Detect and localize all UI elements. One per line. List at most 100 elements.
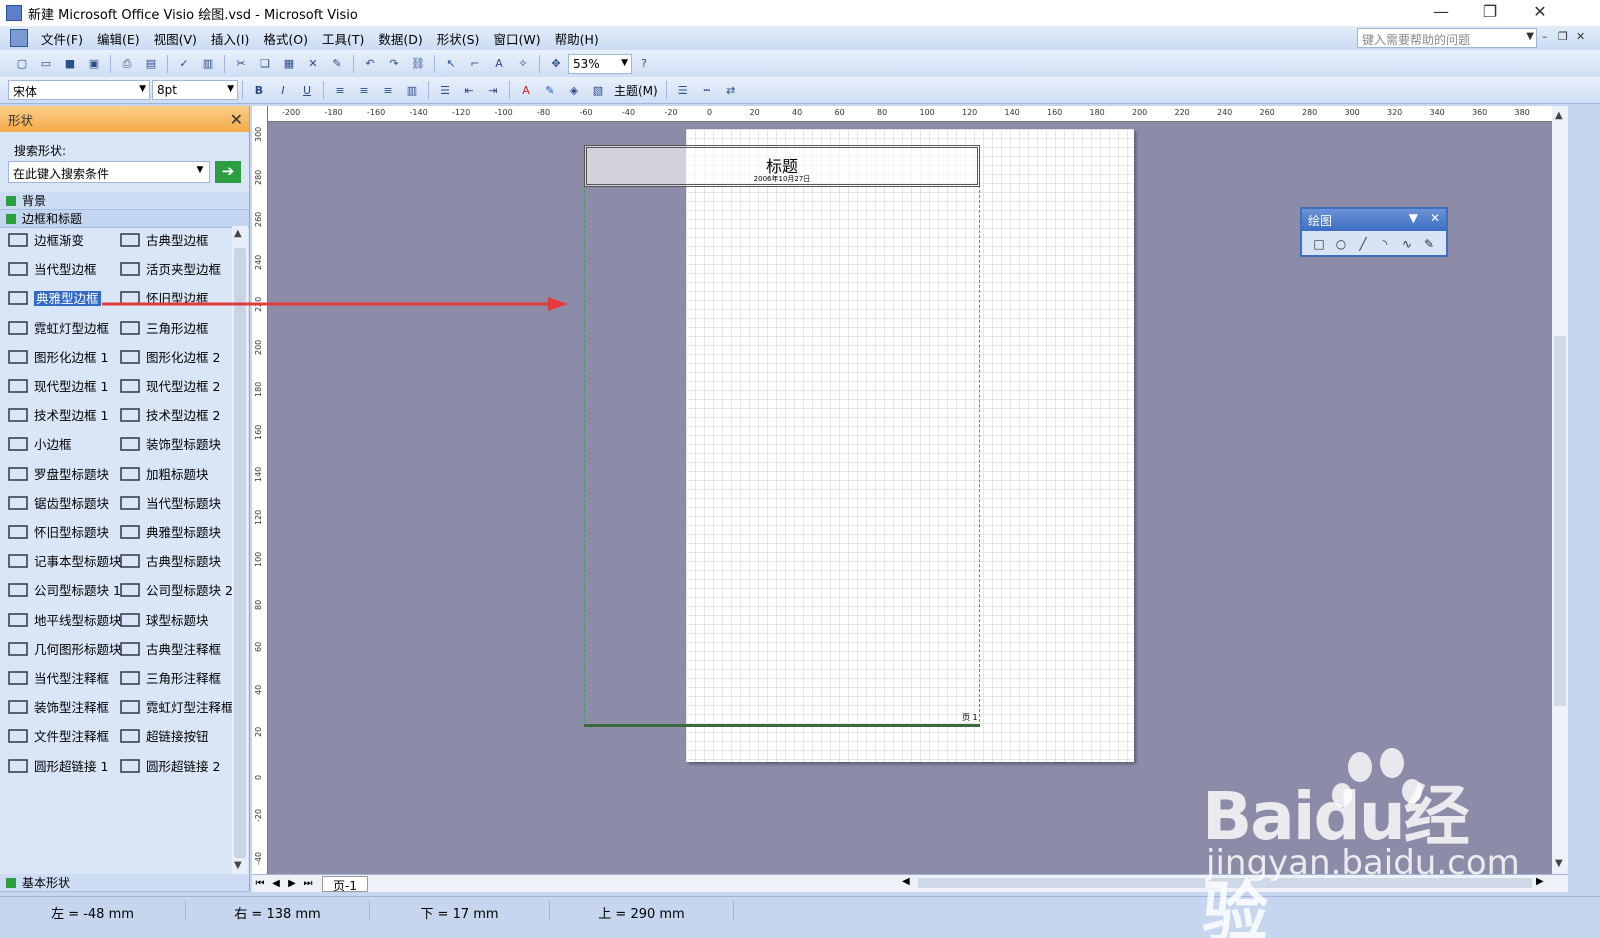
- menu-window[interactable]: 窗口(W): [486, 29, 547, 48]
- pan-zoom-icon[interactable]: ✥: [546, 54, 566, 74]
- zoom-select[interactable]: 53% ▼: [568, 53, 632, 74]
- document-icon[interactable]: [10, 29, 28, 47]
- cut-icon[interactable]: ✂: [231, 54, 251, 74]
- chevron-right-icon[interactable]: ▶: [1536, 876, 1544, 887]
- stencil-shape-item[interactable]: 三角形注释框: [118, 664, 234, 692]
- stencil-shape-item[interactable]: 超链接按钮: [118, 722, 234, 750]
- stencil-shape-item[interactable]: 小边框: [6, 430, 122, 458]
- copy-icon[interactable]: ❏: [255, 54, 275, 74]
- stencil-shape-item[interactable]: 技术型边框 2: [118, 401, 234, 429]
- title-block-shape[interactable]: 标题 2006年10月27日: [584, 145, 980, 187]
- bullets-icon[interactable]: ☰: [435, 80, 455, 100]
- new-icon[interactable]: ▢: [12, 54, 32, 74]
- vertical-scrollbar[interactable]: ▲ ▼: [1552, 106, 1568, 874]
- stencil-shape-item[interactable]: 罗盘型标题块: [6, 460, 122, 488]
- delete-icon[interactable]: ✕: [303, 54, 323, 74]
- stencil-shape-item[interactable]: 地平线型标题块: [6, 606, 122, 634]
- mdi-close-icon[interactable]: ✕: [1576, 30, 1585, 43]
- close-icon[interactable]: ✕: [1517, 0, 1563, 26]
- chevron-left-icon[interactable]: ◀: [902, 876, 910, 887]
- help-icon[interactable]: ?: [634, 54, 654, 74]
- mdi-restore-icon[interactable]: ❐: [1558, 30, 1568, 43]
- bold-icon[interactable]: B: [249, 80, 269, 100]
- stencil-shape-item[interactable]: 技术型边框 1: [6, 401, 122, 429]
- scroll-thumb[interactable]: [1554, 336, 1566, 706]
- date-text[interactable]: 2006年10月27日: [587, 174, 977, 184]
- align-right-icon[interactable]: ≡: [378, 80, 398, 100]
- hyperlink-icon[interactable]: ⛓: [408, 54, 428, 74]
- connector-tool-icon[interactable]: ⌐: [465, 54, 485, 74]
- menu-shape[interactable]: 形状(S): [430, 29, 487, 48]
- stencil-shape-item[interactable]: 古典型边框: [118, 226, 234, 254]
- help-search-input[interactable]: 键入需要帮助的问题 ▼: [1357, 28, 1537, 48]
- stencil-shape-item[interactable]: 三角形边框: [118, 314, 234, 342]
- stencil-shape-item[interactable]: 公司型标题块 2: [118, 576, 234, 604]
- permission-icon[interactable]: ▣: [84, 54, 104, 74]
- line-tool-icon[interactable]: ╱: [1352, 234, 1374, 254]
- scroll-thumb[interactable]: [234, 248, 246, 858]
- first-page-icon[interactable]: ⏮: [252, 878, 268, 889]
- next-page-icon[interactable]: ▶: [284, 878, 300, 889]
- freeform-tool-icon[interactable]: ∿: [1396, 234, 1418, 254]
- tab-page-1[interactable]: 页-1: [322, 875, 368, 893]
- stencil-shape-item[interactable]: 装饰型标题块: [118, 430, 234, 458]
- stencil-shape-item[interactable]: 装饰型注释框: [6, 693, 122, 721]
- rectangle-tool-icon[interactable]: □: [1308, 234, 1330, 254]
- chevron-down-icon[interactable]: ▼: [234, 860, 242, 871]
- chevron-down-icon[interactable]: ▼: [1555, 858, 1563, 869]
- border-shape-bottom[interactable]: [584, 724, 980, 727]
- menu-tools[interactable]: 工具(T): [315, 29, 371, 48]
- format-painter-icon[interactable]: ✎: [327, 54, 347, 74]
- menu-insert[interactable]: 插入(I): [204, 29, 256, 48]
- stencil-shape-item[interactable]: 古典型标题块: [118, 547, 234, 575]
- search-go-button[interactable]: ➔: [215, 161, 241, 183]
- font-color-icon[interactable]: A: [516, 80, 536, 100]
- drawing-toolbar-header[interactable]: 绘图 ▼ ✕: [1302, 209, 1446, 231]
- stencil-background[interactable]: 背景: [0, 192, 249, 210]
- stencil-shape-item[interactable]: 现代型边框 1: [6, 372, 122, 400]
- stencil-shape-item[interactable]: 图形化边框 2: [118, 343, 234, 371]
- stencil-shape-item[interactable]: 活页夹型边框: [118, 255, 234, 283]
- underline-icon[interactable]: U: [297, 80, 317, 100]
- mdi-minimize-icon[interactable]: –: [1542, 30, 1548, 43]
- redo-icon[interactable]: ↷: [384, 54, 404, 74]
- text-tool-icon[interactable]: A: [489, 54, 509, 74]
- font-size-select[interactable]: 8pt ▼: [152, 80, 238, 100]
- theme-icon[interactable]: ▧: [588, 80, 608, 100]
- stencil-shape-item[interactable]: 球型标题块: [118, 606, 234, 634]
- stencil-shape-item[interactable]: 当代型标题块: [118, 489, 234, 517]
- stencil-shape-item[interactable]: 图形化边框 1: [6, 343, 122, 371]
- spelling-icon[interactable]: ✓: [174, 54, 194, 74]
- undo-icon[interactable]: ↶: [360, 54, 380, 74]
- chevron-down-icon[interactable]: ▼: [621, 58, 628, 68]
- stencil-shape-item[interactable]: 怀旧型标题块: [6, 518, 122, 546]
- stencil-shape-item[interactable]: 现代型边框 2: [118, 372, 234, 400]
- save-icon[interactable]: ■: [60, 54, 80, 74]
- pointer-tool-icon[interactable]: ↖: [441, 54, 461, 74]
- menu-format[interactable]: 格式(O): [256, 29, 315, 48]
- stencil-shape-item[interactable]: 古典型注释框: [118, 635, 234, 663]
- align-left-icon[interactable]: ≡: [330, 80, 350, 100]
- stencil-shape-item[interactable]: 圆形超链接 1: [6, 752, 122, 780]
- restore-icon[interactable]: ❐: [1467, 0, 1513, 26]
- decrease-indent-icon[interactable]: ⇤: [459, 80, 479, 100]
- stencil-shape-item[interactable]: 边框渐变: [6, 226, 122, 254]
- stencil-shape-item[interactable]: 文件型注释框: [6, 722, 122, 750]
- stencil-shape-item[interactable]: 典雅型标题块: [118, 518, 234, 546]
- menu-edit[interactable]: 编辑(E): [90, 29, 147, 48]
- stencil-shape-item[interactable]: 公司型标题块 1: [6, 576, 122, 604]
- chevron-down-icon[interactable]: ▼: [193, 165, 207, 179]
- stencil-shape-item[interactable]: 加粗标题块: [118, 460, 234, 488]
- menu-data[interactable]: 数据(D): [371, 29, 429, 48]
- menu-view[interactable]: 视图(V): [147, 29, 204, 48]
- italic-icon[interactable]: I: [273, 80, 293, 100]
- page-number-text[interactable]: 页 1: [962, 712, 978, 723]
- visio-app-icon[interactable]: [6, 5, 22, 21]
- research-icon[interactable]: ▥: [198, 54, 218, 74]
- stencil-shape-item[interactable]: 几何图形标题块: [6, 635, 122, 663]
- close-icon[interactable]: ✕: [1430, 211, 1440, 225]
- arc-tool-icon[interactable]: ◝: [1374, 234, 1396, 254]
- chevron-up-icon[interactable]: ▲: [234, 228, 242, 239]
- search-shapes-input[interactable]: 在此键入搜索条件 ▼: [8, 161, 210, 183]
- stencil-shape-item[interactable]: 当代型边框: [6, 255, 122, 283]
